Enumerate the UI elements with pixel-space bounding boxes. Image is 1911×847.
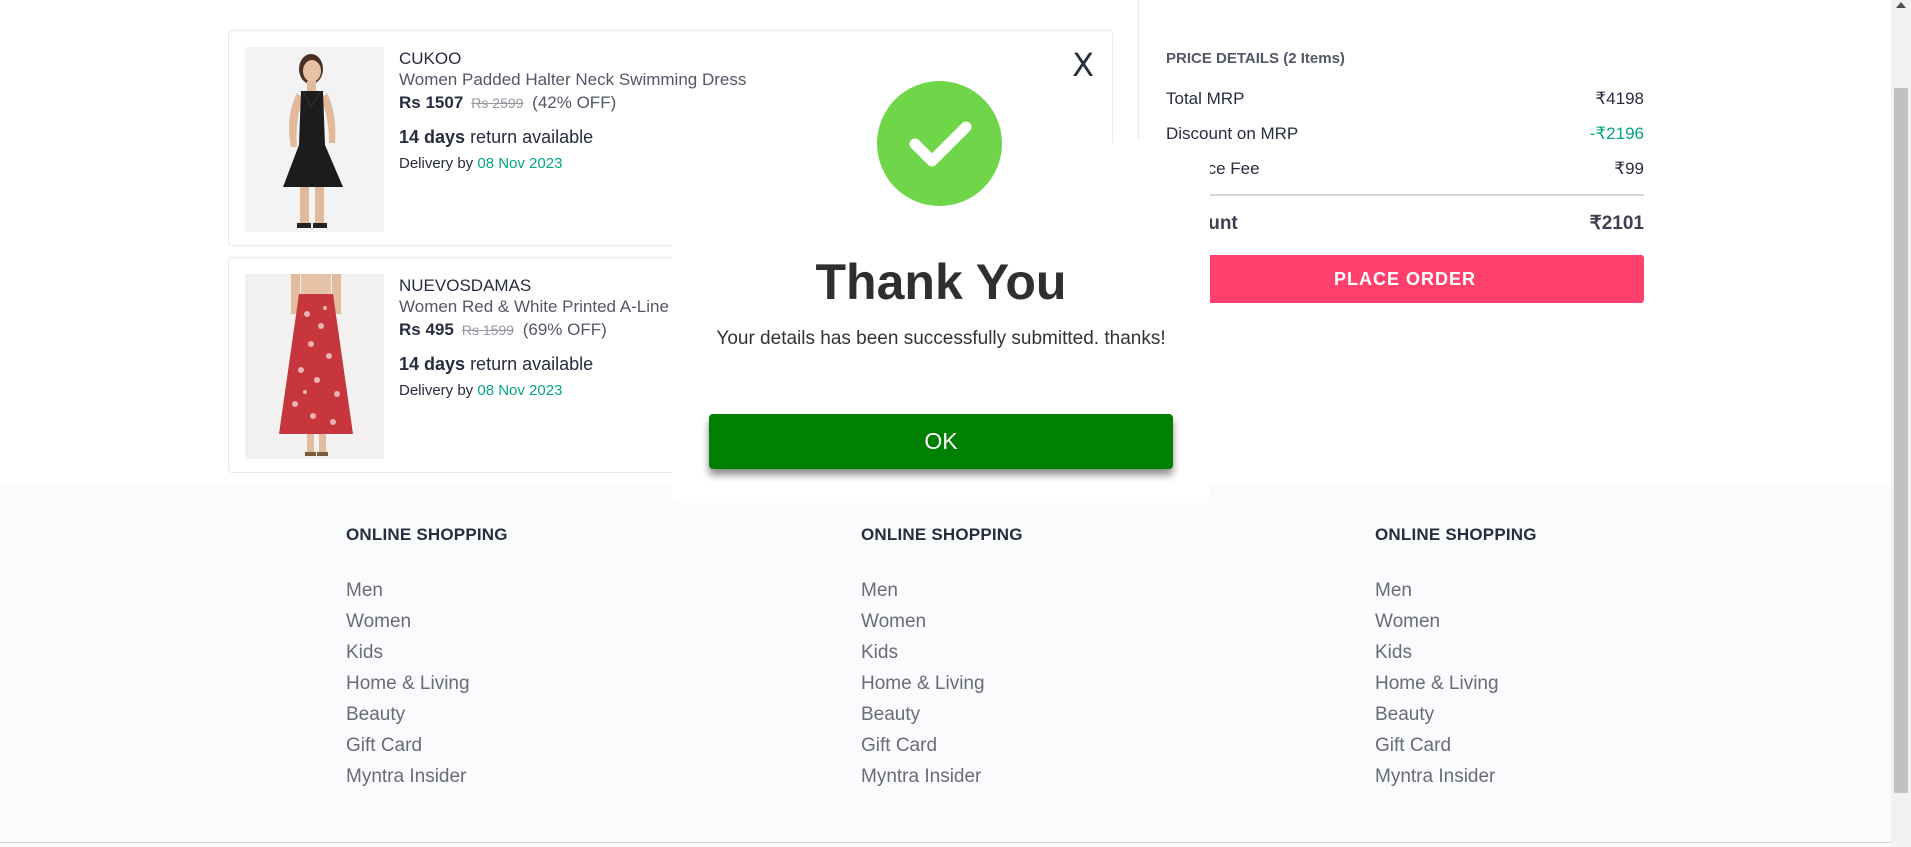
product-image-swimming-dress[interactable] [245,47,384,232]
price-row-convenience-fee: enience Fee ₹99 [1166,151,1644,186]
footer-link-men[interactable]: Men [1375,575,1537,606]
delivery-date: 08 Nov 2023 [477,382,563,399]
column-divider [1138,0,1139,140]
item-price: Rs 1507 [399,93,464,112]
product-image-skirt[interactable] [245,274,384,459]
ok-button[interactable]: OK [709,414,1173,469]
success-check-icon [877,81,1002,206]
footer-link-women[interactable]: Women [346,606,508,637]
footer-link-home-living[interactable]: Home & Living [861,668,1023,699]
footer-divider [0,842,1891,843]
footer-link-home-living[interactable]: Home & Living [1375,668,1537,699]
return-days: 14 days [399,127,466,147]
item-brand: CUKOO [399,49,462,68]
price-row-value: -₹2196 [1589,123,1644,143]
price-row-label: Discount on MRP [1166,123,1299,143]
return-text: return available [465,127,594,147]
price-divider [1166,194,1644,196]
footer: ONLINE SHOPPING Men Women Kids Home & Li… [0,485,1891,847]
price-row-discount: Discount on MRP -₹2196 [1166,116,1644,151]
place-order-button[interactable]: PLACE ORDER [1166,255,1644,303]
price-details-title: PRICE DETAILS (2 Items) [1166,50,1345,67]
modal-message: Your details has been successfully submi… [716,328,1166,349]
footer-link-myntra-insider[interactable]: Myntra Insider [346,761,508,792]
price-row-label: Total MRP [1166,88,1245,108]
total-amount-value: ₹2101 [1589,213,1644,234]
footer-column-2: ONLINE SHOPPING Men Women Kids Home & Li… [861,525,1023,792]
footer-heading: ONLINE SHOPPING [346,525,508,544]
footer-link-gift-card[interactable]: Gift Card [861,730,1023,761]
footer-link-women[interactable]: Women [1375,606,1537,637]
footer-link-kids[interactable]: Kids [861,637,1023,668]
item-name[interactable]: Women Padded Halter Neck Swimming Dress [399,69,959,91]
scrollbar-thumb[interactable] [1894,88,1908,793]
item-price-row: Rs 1507 Rs 2599 (42% OFF) [399,92,959,114]
return-days: 14 days [399,354,466,374]
price-row-value: ₹99 [1614,158,1644,178]
item-discount: (42% OFF) [532,93,617,112]
price-details-panel: PRICE DETAILS (2 Items) Total MRP ₹4198 … [1166,50,1644,303]
footer-link-myntra-insider[interactable]: Myntra Insider [861,761,1023,792]
item-mrp: Rs 2599 [471,95,524,111]
total-amount-row: Amount ₹2101 [1166,206,1644,241]
delivery-date: 08 Nov 2023 [477,155,563,172]
item-mrp: Rs 1599 [461,322,514,338]
page-scrollbar[interactable] [1891,0,1911,847]
footer-link-beauty[interactable]: Beauty [346,699,508,730]
footer-link-men[interactable]: Men [861,575,1023,606]
footer-link-kids[interactable]: Kids [346,637,508,668]
footer-link-myntra-insider[interactable]: Myntra Insider [1375,761,1537,792]
footer-link-men[interactable]: Men [346,575,508,606]
price-row-value: ₹4198 [1595,88,1644,108]
footer-link-beauty[interactable]: Beauty [861,699,1023,730]
scroll-up-arrow-icon[interactable] [1896,2,1906,8]
footer-column-3: ONLINE SHOPPING Men Women Kids Home & Li… [1375,525,1537,792]
item-price: Rs 495 [399,320,454,339]
return-text: return available [465,354,594,374]
footer-heading: ONLINE SHOPPING [861,525,1023,544]
footer-link-gift-card[interactable]: Gift Card [1375,730,1537,761]
price-row-total-mrp: Total MRP ₹4198 [1166,81,1644,116]
footer-link-gift-card[interactable]: Gift Card [346,730,508,761]
delivery-label: Delivery by [399,155,478,172]
item-discount: (69% OFF) [522,320,607,339]
remove-item-button[interactable]: X [1072,49,1094,81]
delivery-label: Delivery by [399,382,478,399]
footer-link-women[interactable]: Women [861,606,1023,637]
footer-link-home-living[interactable]: Home & Living [346,668,508,699]
footer-link-beauty[interactable]: Beauty [1375,699,1537,730]
modal-title: Thank You [815,254,1067,310]
footer-link-kids[interactable]: Kids [1375,637,1537,668]
footer-heading: ONLINE SHOPPING [1375,525,1537,544]
footer-column-1: ONLINE SHOPPING Men Women Kids Home & Li… [346,525,508,792]
